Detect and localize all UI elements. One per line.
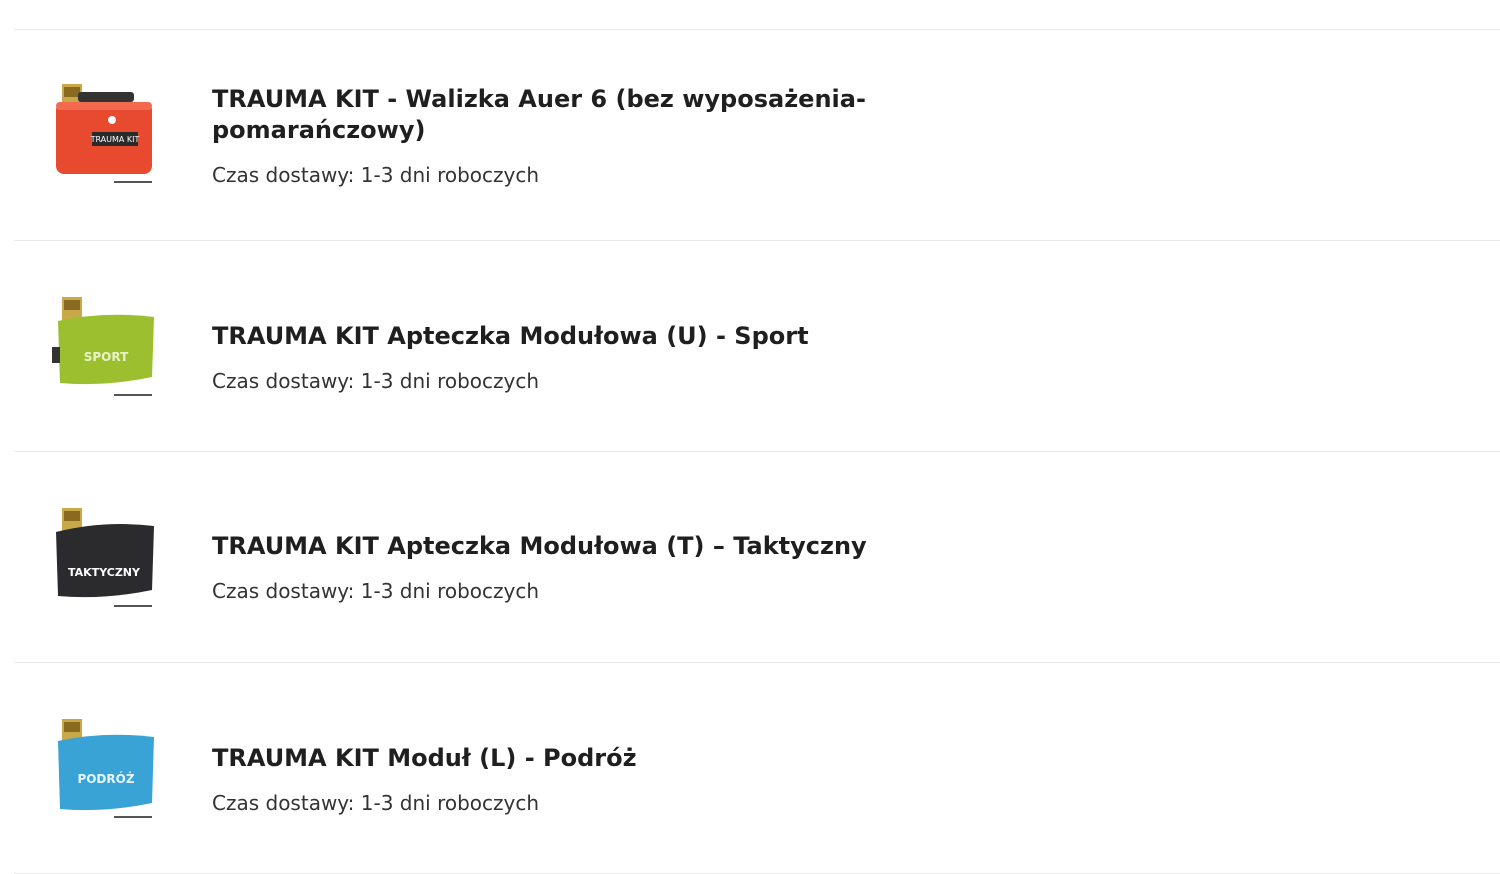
pouch-label: TAKTYCZNY (68, 566, 141, 579)
delivery-label: Czas dostawy: (212, 579, 355, 603)
product-title[interactable]: TRAUMA KIT Apteczka Modułowa (U) - Sport (212, 321, 892, 352)
black-pouch-image: TAKTYCZNY (56, 508, 154, 607)
delivery-value: 1-3 dni roboczych (360, 163, 540, 187)
delivery-value: 1-3 dni roboczych (360, 791, 540, 815)
pouch-label: PODRÓŻ (77, 771, 134, 786)
delivery-label: Czas dostawy: (212, 369, 355, 393)
pouch-label: SPORT (84, 350, 129, 364)
blue-pouch-image: PODRÓŻ (58, 719, 154, 818)
delivery-value: 1-3 dni roboczych (360, 369, 540, 393)
green-pouch-image: SPORT (52, 297, 154, 396)
product-row[interactable]: TAKTYCZNY TRAUMA KIT Apteczka Modułowa (… (14, 452, 1500, 663)
product-image[interactable]: SPORT (48, 291, 160, 403)
product-title[interactable]: TRAUMA KIT Apteczka Modułowa (T) – Takty… (212, 531, 892, 562)
product-image[interactable]: TAKTYCZNY (48, 502, 160, 614)
case-label: TRAUMA KIT (90, 135, 140, 144)
product-list: TRAUMA KIT TRAUMA KIT - Walizka Auer 6 (… (14, 29, 1500, 874)
delivery-time: Czas dostawy: 1-3 dni roboczych (212, 578, 892, 604)
delivery-time: Czas dostawy: 1-3 dni roboczych (212, 162, 892, 188)
product-row[interactable]: SPORT TRAUMA KIT Apteczka Modułowa (U) -… (14, 241, 1500, 452)
delivery-time: Czas dostawy: 1-3 dni roboczych (212, 790, 892, 816)
delivery-value: 1-3 dni roboczych (360, 579, 540, 603)
delivery-label: Czas dostawy: (212, 791, 355, 815)
product-image[interactable]: PODRÓŻ (48, 713, 160, 825)
product-row[interactable]: TRAUMA KIT TRAUMA KIT - Walizka Auer 6 (… (14, 30, 1500, 241)
delivery-time: Czas dostawy: 1-3 dni roboczych (212, 368, 892, 394)
product-title[interactable]: TRAUMA KIT - Walizka Auer 6 (bez wyposaż… (212, 84, 892, 146)
delivery-label: Czas dostawy: (212, 163, 355, 187)
product-title[interactable]: TRAUMA KIT Moduł (L) - Podróż (212, 743, 892, 774)
product-image[interactable]: TRAUMA KIT (48, 78, 160, 190)
orange-case-image: TRAUMA KIT (56, 84, 152, 183)
product-row[interactable]: PODRÓŻ TRAUMA KIT Moduł (L) - Podróż Cza… (14, 663, 1500, 874)
